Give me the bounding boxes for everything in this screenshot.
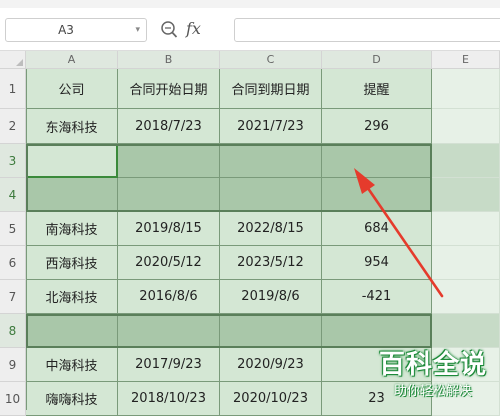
cell-c7[interactable]: 2019/8/6 — [220, 280, 322, 314]
cell-b7[interactable]: 2016/8/6 — [118, 280, 220, 314]
cell-e4[interactable] — [432, 178, 500, 212]
name-box-value: A3 — [58, 23, 74, 37]
zoom-icon[interactable] — [160, 18, 180, 40]
cell-d1[interactable]: 提醒 — [322, 69, 432, 109]
cell-c5[interactable]: 2022/8/15 — [220, 212, 322, 246]
cell-a6[interactable]: 西海科技 — [26, 246, 118, 280]
formula-bar: A3 ▾ fx — [0, 8, 500, 51]
row-header-10[interactable]: 10 — [0, 382, 26, 416]
cell-d7[interactable]: -421 — [322, 280, 432, 314]
cell-a9[interactable]: 中海科技 — [26, 348, 118, 382]
column-header-a[interactable]: A — [26, 51, 118, 69]
cell-b9[interactable]: 2017/9/23 — [118, 348, 220, 382]
name-box[interactable]: A3 ▾ — [5, 18, 147, 42]
cell-a4[interactable] — [26, 178, 118, 212]
cell-c4[interactable] — [220, 178, 322, 212]
formula-input[interactable] — [234, 18, 500, 42]
cell-a2[interactable]: 东海科技 — [26, 109, 118, 144]
cell-d3[interactable] — [322, 144, 432, 178]
select-all-corner[interactable] — [0, 51, 26, 69]
column-header-b[interactable]: B — [118, 51, 220, 69]
cell-a3[interactable] — [26, 144, 118, 178]
column-header-c[interactable]: C — [220, 51, 322, 69]
cell-b6[interactable]: 2020/5/12 — [118, 246, 220, 280]
cell-b10[interactable]: 2018/10/23 — [118, 382, 220, 416]
cell-c1[interactable]: 合同到期日期 — [220, 69, 322, 109]
cell-b3[interactable] — [118, 144, 220, 178]
cell-b2[interactable]: 2018/7/23 — [118, 109, 220, 144]
row-header-6[interactable]: 6 — [0, 246, 26, 280]
cell-c3[interactable] — [220, 144, 322, 178]
cell-c9[interactable]: 2020/9/23 — [220, 348, 322, 382]
cell-e8[interactable] — [432, 314, 500, 348]
cell-c10[interactable]: 2020/10/23 — [220, 382, 322, 416]
cell-b5[interactable]: 2019/8/15 — [118, 212, 220, 246]
row-header-2[interactable]: 2 — [0, 109, 26, 144]
row-header-7[interactable]: 7 — [0, 280, 26, 314]
cell-a8[interactable] — [26, 314, 118, 348]
cell-a1[interactable]: 公司 — [26, 69, 118, 109]
row-header-3[interactable]: 3 — [0, 144, 26, 178]
cell-b4[interactable] — [118, 178, 220, 212]
cell-e2[interactable] — [432, 109, 500, 144]
cell-c8[interactable] — [220, 314, 322, 348]
cell-e3[interactable] — [432, 144, 500, 178]
fx-icon[interactable]: fx — [186, 16, 201, 42]
row-header-9[interactable]: 9 — [0, 348, 26, 382]
column-header-d[interactable]: D — [322, 51, 432, 69]
chevron-down-icon[interactable]: ▾ — [135, 19, 140, 41]
grid-left-border — [26, 69, 27, 410]
row-header-8[interactable]: 8 — [0, 314, 26, 348]
cell-e6[interactable] — [432, 246, 500, 280]
column-header-e[interactable]: E — [432, 51, 500, 69]
row-header-4[interactable]: 4 — [0, 178, 26, 212]
cell-a10[interactable]: 嗨嗨科技 — [26, 382, 118, 416]
watermark-subtitle: 助你轻松解决 — [393, 384, 472, 399]
cell-b1[interactable]: 合同开始日期 — [118, 69, 220, 109]
row-header-5[interactable]: 5 — [0, 212, 26, 246]
cell-e1[interactable] — [432, 69, 500, 109]
cell-e5[interactable] — [432, 212, 500, 246]
watermark-title: 百科全说 — [378, 350, 487, 380]
watermark-logo: 百科全说 助你轻松解决 — [370, 348, 496, 406]
cell-d5[interactable]: 684 — [322, 212, 432, 246]
cell-e7[interactable] — [432, 280, 500, 314]
cell-b8[interactable] — [118, 314, 220, 348]
cell-d6[interactable]: 954 — [322, 246, 432, 280]
row-header-1[interactable]: 1 — [0, 69, 26, 109]
cell-d4[interactable] — [322, 178, 432, 212]
cell-d2[interactable]: 296 — [322, 109, 432, 144]
cell-a5[interactable]: 南海科技 — [26, 212, 118, 246]
corner-triangle-icon — [16, 59, 23, 66]
cell-d8[interactable] — [322, 314, 432, 348]
cell-a7[interactable]: 北海科技 — [26, 280, 118, 314]
cell-c6[interactable]: 2023/5/12 — [220, 246, 322, 280]
cell-c2[interactable]: 2021/7/23 — [220, 109, 322, 144]
